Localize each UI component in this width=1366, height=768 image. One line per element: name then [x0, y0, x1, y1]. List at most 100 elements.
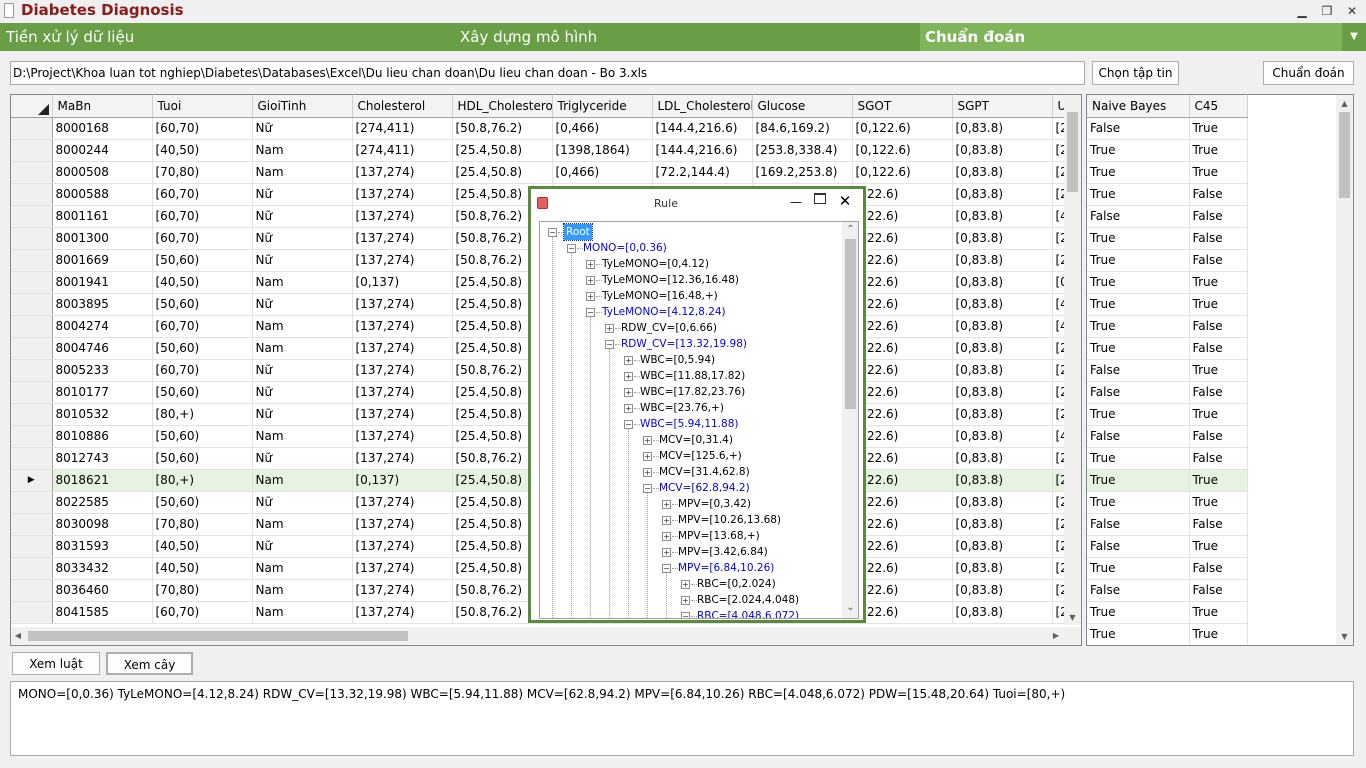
- table-row[interactable]: 8000244 [40,50) Nam [274,411) [25.4,50.8) [13…: [11, 139, 1072, 162]
- tree-root-node[interactable]: Root: [563, 223, 593, 241]
- scroll-up-icon[interactable]: ▲: [1336, 99, 1353, 108]
- column-header[interactable]: GioiTinh: [252, 95, 353, 118]
- scroll-left-icon[interactable]: ◀: [13, 631, 23, 640]
- table-cell[interactable]: ,122.6): [852, 447, 953, 470]
- row-header[interactable]: ▶: [11, 469, 53, 492]
- tree-node[interactable]: WBC=[0,5.94): [640, 352, 715, 368]
- table-cell[interactable]: 8010886: [52, 425, 153, 448]
- table-cell[interactable]: 8036460: [52, 579, 153, 602]
- table-cell[interactable]: [0,83.8): [952, 139, 1053, 162]
- tree-node[interactable]: MPV=[3.42,6.84): [678, 544, 768, 560]
- expand-icon[interactable]: +: [662, 532, 671, 541]
- table-cell[interactable]: ,122.6): [852, 513, 953, 536]
- table-cell[interactable]: [0,83.8): [952, 491, 1053, 514]
- result-row[interactable]: False True: [1087, 359, 1248, 382]
- table-cell[interactable]: [0,122.6): [852, 161, 953, 184]
- result-cell[interactable]: False: [1087, 117, 1190, 140]
- table-cell[interactable]: 8004274: [52, 315, 153, 338]
- table-cell[interactable]: [25.4,50.8): [452, 139, 553, 162]
- result-row[interactable]: True False: [1087, 337, 1248, 360]
- expand-icon[interactable]: +: [662, 548, 671, 557]
- tree-node[interactable]: RBC=[2.024,4.048): [697, 592, 799, 608]
- table-cell[interactable]: [0,122.6): [852, 139, 953, 162]
- expand-icon[interactable]: +: [624, 372, 633, 381]
- table-cell[interactable]: [137,274): [352, 183, 453, 206]
- column-header[interactable]: HDL_Cholestero: [452, 95, 553, 118]
- grid-hscroll-thumb[interactable]: [28, 631, 408, 641]
- table-cell[interactable]: [60,70): [152, 117, 253, 140]
- row-header[interactable]: [11, 293, 53, 316]
- result-row[interactable]: False False: [1087, 205, 1248, 228]
- row-header[interactable]: [11, 425, 53, 448]
- table-cell[interactable]: ,122.6): [852, 315, 953, 338]
- expand-icon[interactable]: +: [662, 500, 671, 509]
- result-cell[interactable]: False: [1189, 381, 1248, 404]
- rule-dialog-titlebar[interactable]: Rule — ✕: [531, 189, 863, 219]
- expand-icon[interactable]: +: [681, 596, 690, 605]
- result-row[interactable]: True False: [1087, 447, 1248, 470]
- result-row[interactable]: True True: [1087, 491, 1248, 514]
- expand-icon[interactable]: +: [681, 580, 690, 589]
- expand-icon[interactable]: +: [643, 452, 652, 461]
- tree-node[interactable]: RDW_CV=[0,6.66): [621, 320, 717, 336]
- result-cell[interactable]: True: [1087, 623, 1190, 645]
- result-cell[interactable]: True: [1087, 227, 1190, 250]
- table-cell[interactable]: 8010177: [52, 381, 153, 404]
- tree-node[interactable]: MPV=[0,3.42): [678, 496, 751, 512]
- grid-vertical-scrollbar[interactable]: ▼: [1064, 95, 1081, 625]
- tree-node[interactable]: WBC=[23.76,+): [640, 400, 724, 416]
- table-cell[interactable]: Nữ: [252, 227, 353, 250]
- table-cell[interactable]: [50,60): [152, 491, 253, 514]
- table-cell[interactable]: [137,274): [352, 249, 453, 272]
- table-cell[interactable]: [0,83.8): [952, 271, 1053, 294]
- table-cell[interactable]: Nam: [252, 601, 353, 624]
- table-cell[interactable]: ,122.6): [852, 381, 953, 404]
- expand-icon[interactable]: +: [643, 468, 652, 477]
- table-cell[interactable]: [60,70): [152, 359, 253, 382]
- table-cell[interactable]: [40,50): [152, 557, 253, 580]
- table-cell[interactable]: Nam: [252, 315, 353, 338]
- table-cell[interactable]: 8003895: [52, 293, 153, 316]
- tree-node[interactable]: MONO=[0,0.36): [583, 240, 667, 256]
- tree-node[interactable]: TyLeMONO=[0,4.12): [602, 256, 709, 272]
- table-cell[interactable]: ,122.6): [852, 469, 953, 492]
- result-cell[interactable]: True: [1087, 183, 1190, 206]
- expand-icon[interactable]: +: [662, 516, 671, 525]
- column-header[interactable]: LDL_Cholesterol: [652, 95, 753, 118]
- table-cell[interactable]: Nam: [252, 579, 353, 602]
- table-cell[interactable]: 8000244: [52, 139, 153, 162]
- minimize-icon[interactable]: ▁: [1291, 2, 1313, 20]
- result-cell[interactable]: False: [1087, 513, 1190, 536]
- table-cell[interactable]: 8000588: [52, 183, 153, 206]
- row-header[interactable]: [11, 337, 53, 360]
- table-cell[interactable]: [137,274): [352, 403, 453, 426]
- table-cell[interactable]: [137,274): [352, 337, 453, 360]
- result-cell[interactable]: True: [1087, 139, 1190, 162]
- table-cell[interactable]: [60,70): [152, 183, 253, 206]
- row-header[interactable]: [11, 117, 53, 140]
- table-cell[interactable]: [40,50): [152, 535, 253, 558]
- table-cell[interactable]: [50.8,76.2): [452, 117, 553, 140]
- result-cell[interactable]: True: [1189, 161, 1248, 184]
- row-header[interactable]: [11, 403, 53, 426]
- table-cell[interactable]: [0,83.8): [952, 513, 1053, 536]
- close-icon[interactable]: ✕: [837, 192, 853, 210]
- table-row[interactable]: 8000168 [60,70) Nữ [274,411) [50.8,76.2) [0,4…: [11, 117, 1072, 140]
- table-cell[interactable]: [0,83.8): [952, 227, 1053, 250]
- table-cell[interactable]: Nữ: [252, 293, 353, 316]
- table-cell[interactable]: [274,411): [352, 139, 453, 162]
- table-cell[interactable]: [0,466): [552, 117, 653, 140]
- table-cell[interactable]: [40,50): [152, 271, 253, 294]
- scroll-down-icon[interactable]: ▼: [1336, 632, 1353, 641]
- table-cell[interactable]: [137,274): [352, 513, 453, 536]
- table-cell[interactable]: 8010532: [52, 403, 153, 426]
- table-cell[interactable]: Nữ: [252, 491, 353, 514]
- table-cell[interactable]: [72.2,144.4): [652, 161, 753, 184]
- table-cell[interactable]: [0,83.8): [952, 359, 1053, 382]
- table-cell[interactable]: Nữ: [252, 117, 353, 140]
- table-cell[interactable]: [70,80): [152, 161, 253, 184]
- result-cell[interactable]: False: [1189, 249, 1248, 272]
- table-cell[interactable]: [50,60): [152, 381, 253, 404]
- expand-icon[interactable]: +: [624, 356, 633, 365]
- table-cell[interactable]: [0,83.8): [952, 381, 1053, 404]
